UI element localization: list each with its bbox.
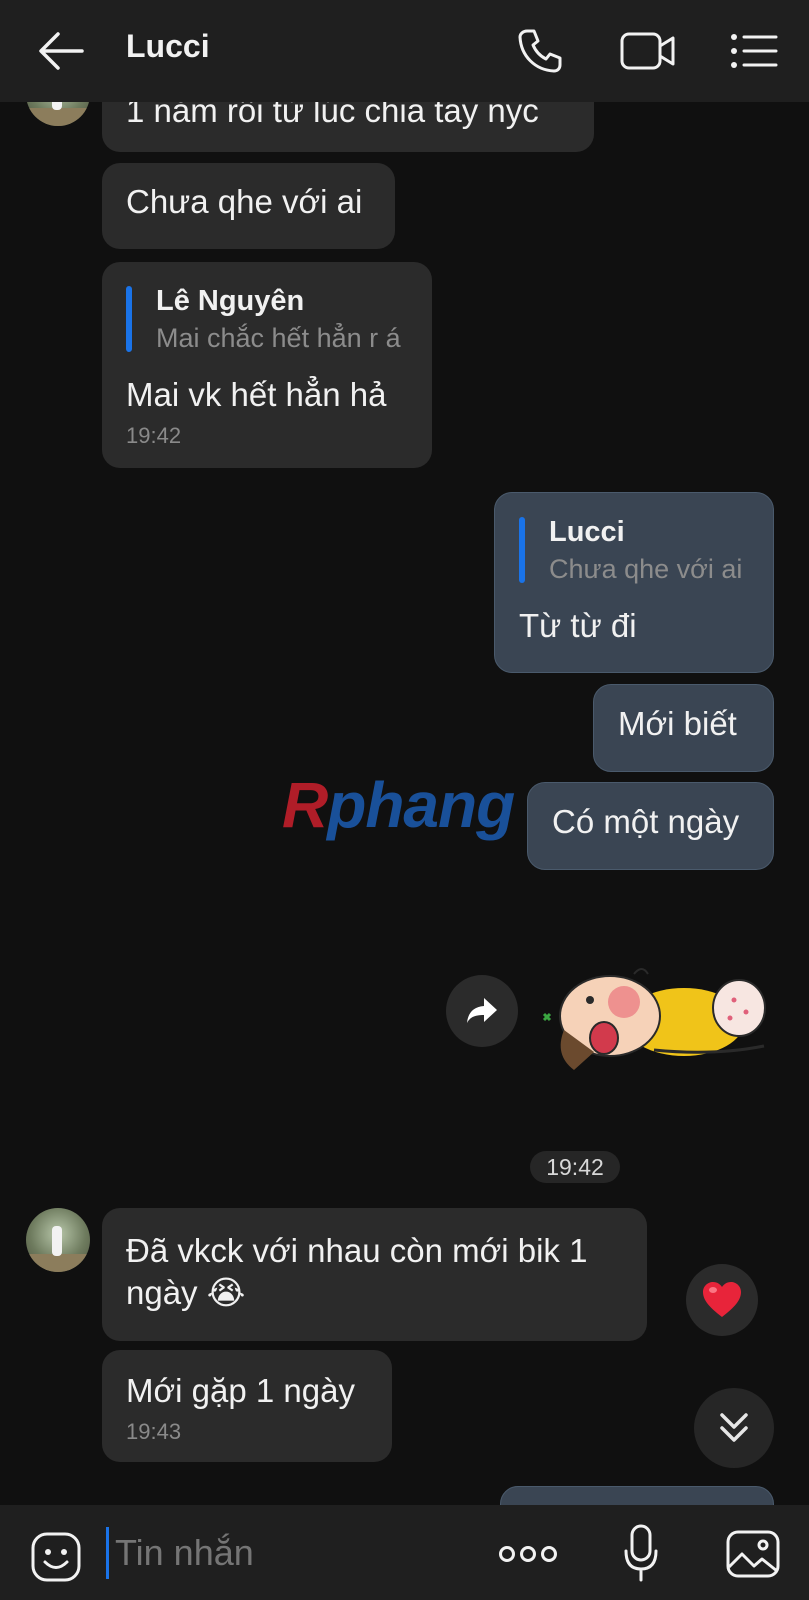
heart-icon	[703, 1282, 741, 1317]
message-text: Có một ngày	[552, 803, 740, 840]
message-text: Mới gặp 1 ngày	[126, 1372, 355, 1409]
video-call-icon	[620, 32, 675, 70]
chat-header: Lucci	[0, 0, 809, 102]
microphone-icon	[624, 1524, 658, 1582]
message-bubble[interactable]	[500, 1486, 774, 1505]
contact-name[interactable]: Lucci	[126, 28, 210, 65]
message-list[interactable]: 1 năm rồi từ lúc chia tay nyc Chưa qhe v…	[0, 0, 809, 1505]
sticker-image[interactable]	[534, 960, 774, 1080]
image-gallery-icon	[726, 1530, 780, 1578]
message-bubble[interactable]: Mới gặp 1 ngày 19:43	[102, 1350, 392, 1462]
reply-quote[interactable]: Lucci Chưa qhe với ai	[519, 513, 749, 587]
message-input[interactable]	[106, 1527, 446, 1579]
quote-author: Lê Nguyên	[156, 285, 305, 317]
message-text: Mai vk hết hẳn hả	[126, 376, 387, 413]
message-time: 19:42	[126, 423, 182, 448]
watermark-logo: Rphang	[282, 769, 515, 841]
back-arrow-icon	[39, 32, 84, 70]
message-text: Đã vkck với nhau còn mới bik 1 ngày 😭	[126, 1232, 588, 1311]
double-chevron-down-icon	[720, 1413, 748, 1442]
avatar[interactable]	[26, 1208, 90, 1272]
reaction-button[interactable]	[686, 1264, 758, 1336]
message-bubble[interactable]: Mới biết	[593, 684, 774, 772]
emoji-button[interactable]	[30, 1531, 82, 1583]
quote-text: Chưa qhe với ai	[549, 554, 743, 584]
message-bubble[interactable]: Lê Nguyên Mai chắc hết hẳn r á Mai vk hế…	[102, 262, 432, 468]
message-bubble[interactable]: Đã vkck với nhau còn mới bik 1 ngày 😭	[102, 1208, 647, 1341]
sticker-face-icon	[31, 1532, 81, 1582]
quote-author: Lucci	[549, 516, 625, 548]
message-text: Chưa qhe với ai	[126, 183, 363, 220]
back-button[interactable]	[36, 30, 86, 72]
message-text: Mới biết	[618, 705, 737, 742]
forward-icon	[467, 998, 497, 1023]
phone-icon	[518, 29, 562, 73]
menu-list-icon	[731, 34, 778, 68]
message-time: 19:43	[126, 1419, 182, 1444]
more-dots-icon	[499, 1546, 557, 1562]
video-call-button[interactable]	[620, 30, 676, 72]
quote-text: Mai chắc hết hẳn r á	[156, 323, 401, 353]
gallery-button[interactable]	[725, 1529, 781, 1579]
forward-button[interactable]	[446, 975, 518, 1047]
message-composer	[0, 1505, 809, 1600]
time-divider: 19:42	[530, 1151, 620, 1183]
menu-button[interactable]	[730, 32, 778, 70]
scroll-to-bottom-button[interactable]	[694, 1388, 774, 1468]
message-bubble[interactable]: Lucci Chưa qhe với ai Từ từ đi	[494, 492, 774, 673]
message-bubble[interactable]: Có một ngày	[527, 782, 774, 870]
message-text: Từ từ đi	[519, 607, 637, 644]
message-bubble[interactable]: Chưa qhe với ai	[102, 163, 395, 249]
reply-quote[interactable]: Lê Nguyên Mai chắc hết hẳn r á	[126, 282, 408, 356]
more-options-button[interactable]	[498, 1541, 558, 1567]
call-button[interactable]	[517, 28, 563, 74]
voice-button[interactable]	[622, 1523, 660, 1583]
